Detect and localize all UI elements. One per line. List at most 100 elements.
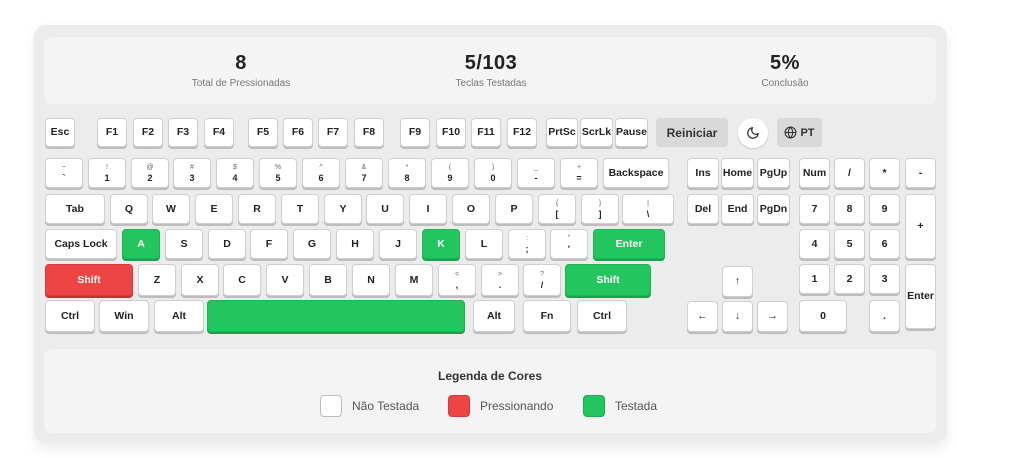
key-x[interactable]: X (181, 264, 219, 296)
key-c[interactable]: C (223, 264, 261, 296)
key-prtsc[interactable]: PrtSc (546, 118, 578, 147)
key-backquote[interactable]: ~ ` (45, 158, 83, 188)
key-num9[interactable]: 9 (869, 194, 900, 224)
key-f10[interactable]: F10 (436, 118, 466, 147)
key-bracketright[interactable]: }] (581, 194, 619, 224)
key-u[interactable]: U (366, 194, 404, 224)
key-l[interactable]: L (465, 229, 503, 259)
key-num2[interactable]: 2 (834, 264, 865, 294)
key-digit3[interactable]: #3 (173, 158, 211, 188)
key-digit5[interactable]: % 5 (259, 158, 297, 188)
key-b[interactable]: B (309, 264, 347, 296)
key-digit2[interactable]: @2 (131, 158, 169, 188)
key-num1[interactable]: 1 (799, 264, 830, 294)
key-digit7[interactable]: & 7 (345, 158, 383, 188)
key-pgup[interactable]: PgUp (757, 158, 790, 188)
key-p[interactable]: P (495, 194, 533, 224)
key-num6[interactable]: 6 (869, 229, 900, 259)
key-ctrlleft[interactable]: Ctrl (45, 300, 95, 332)
key-g[interactable]: G (293, 229, 331, 259)
key-t[interactable]: T (281, 194, 319, 224)
key-home[interactable]: Home (721, 158, 754, 188)
key-digit9[interactable]: (9 (431, 158, 469, 188)
key-altright[interactable]: Alt (473, 300, 515, 332)
key-end[interactable]: End (721, 194, 754, 224)
key-n[interactable]: N (352, 264, 390, 296)
key-scrlk[interactable]: ScrLk (580, 118, 613, 147)
key-numadd[interactable]: + (905, 194, 936, 259)
key-arrowright[interactable]: → (757, 301, 788, 332)
key-digit6[interactable]: ^ 6 (302, 158, 340, 188)
key-num0[interactable]: 0 (799, 300, 847, 332)
key-f8[interactable]: F8 (354, 118, 384, 147)
key-m[interactable]: M (395, 264, 433, 296)
key-insert[interactable]: Ins (687, 158, 719, 188)
key-num7[interactable]: 7 (799, 194, 830, 224)
key-equal[interactable]: + = (560, 158, 598, 188)
key-esc[interactable]: Esc (45, 118, 75, 147)
key-slash[interactable]: ? / (523, 264, 561, 296)
key-enter[interactable]: Enter (593, 229, 665, 259)
key-num5[interactable]: 5 (834, 229, 865, 259)
key-f2[interactable]: F2 (133, 118, 163, 147)
key-fn[interactable]: Fn (523, 300, 571, 332)
key-h[interactable]: H (336, 229, 374, 259)
key-arrowleft[interactable]: ← (687, 301, 718, 332)
key-nummul[interactable]: * (869, 158, 900, 188)
key-pause[interactable]: Pause (615, 118, 648, 147)
key-minus[interactable]: _ - (517, 158, 555, 188)
key-numsub[interactable]: - (905, 158, 936, 188)
key-period[interactable]: >. (481, 264, 519, 296)
key-f7[interactable]: F7 (318, 118, 348, 147)
key-quote[interactable]: " ' (550, 229, 588, 259)
key-capslock[interactable]: Caps Lock (45, 229, 117, 259)
key-f12[interactable]: F12 (507, 118, 537, 147)
key-v[interactable]: V (266, 264, 304, 296)
key-backspace[interactable]: Backspace (603, 158, 669, 188)
key-space[interactable] (207, 300, 465, 332)
key-ctrlright[interactable]: Ctrl (577, 300, 627, 332)
key-f4[interactable]: F4 (204, 118, 234, 147)
key-num8[interactable]: 8 (834, 194, 865, 224)
key-digit1[interactable]: ! 1 (88, 158, 126, 188)
key-tab[interactable]: Tab (45, 194, 105, 224)
key-bracketleft[interactable]: {[ (538, 194, 576, 224)
key-f11[interactable]: F11 (471, 118, 501, 147)
key-win[interactable]: Win (99, 300, 149, 332)
key-o[interactable]: O (452, 194, 490, 224)
key-f[interactable]: F (250, 229, 288, 259)
key-arrowup[interactable]: ↑ (722, 266, 753, 297)
key-s[interactable]: S (165, 229, 203, 259)
key-numdecimal[interactable]: . (869, 300, 900, 332)
key-f9[interactable]: F9 (400, 118, 430, 147)
key-shiftright[interactable]: Shift (565, 264, 651, 296)
key-e[interactable]: E (195, 194, 233, 224)
key-f5[interactable]: F5 (248, 118, 278, 147)
key-num3[interactable]: 3 (869, 264, 900, 294)
key-shiftleft[interactable]: Shift (45, 264, 133, 296)
key-arrowdown[interactable]: ↓ (722, 301, 753, 332)
key-f3[interactable]: F3 (168, 118, 198, 147)
key-j[interactable]: J (379, 229, 417, 259)
key-delete[interactable]: Del (687, 194, 719, 224)
key-i[interactable]: I (409, 194, 447, 224)
key-semicolon[interactable]: :; (508, 229, 546, 259)
key-digit0[interactable]: ) 0 (474, 158, 512, 188)
key-digit8[interactable]: * 8 (388, 158, 426, 188)
key-numenter[interactable]: Enter (905, 264, 936, 329)
key-w[interactable]: W (152, 194, 190, 224)
key-comma[interactable]: <, (438, 264, 476, 296)
key-k[interactable]: K (422, 229, 460, 259)
key-d[interactable]: D (208, 229, 246, 259)
key-f1[interactable]: F1 (97, 118, 127, 147)
key-z[interactable]: Z (138, 264, 176, 296)
key-f6[interactable]: F6 (283, 118, 313, 147)
key-r[interactable]: R (238, 194, 276, 224)
key-digit4[interactable]: $4 (216, 158, 254, 188)
key-backslash[interactable]: | \ (622, 194, 674, 224)
key-num4[interactable]: 4 (799, 229, 830, 259)
key-numdiv[interactable]: / (834, 158, 865, 188)
key-y[interactable]: Y (324, 194, 362, 224)
key-pgdn[interactable]: PgDn (757, 194, 790, 224)
key-q[interactable]: Q (110, 194, 148, 224)
